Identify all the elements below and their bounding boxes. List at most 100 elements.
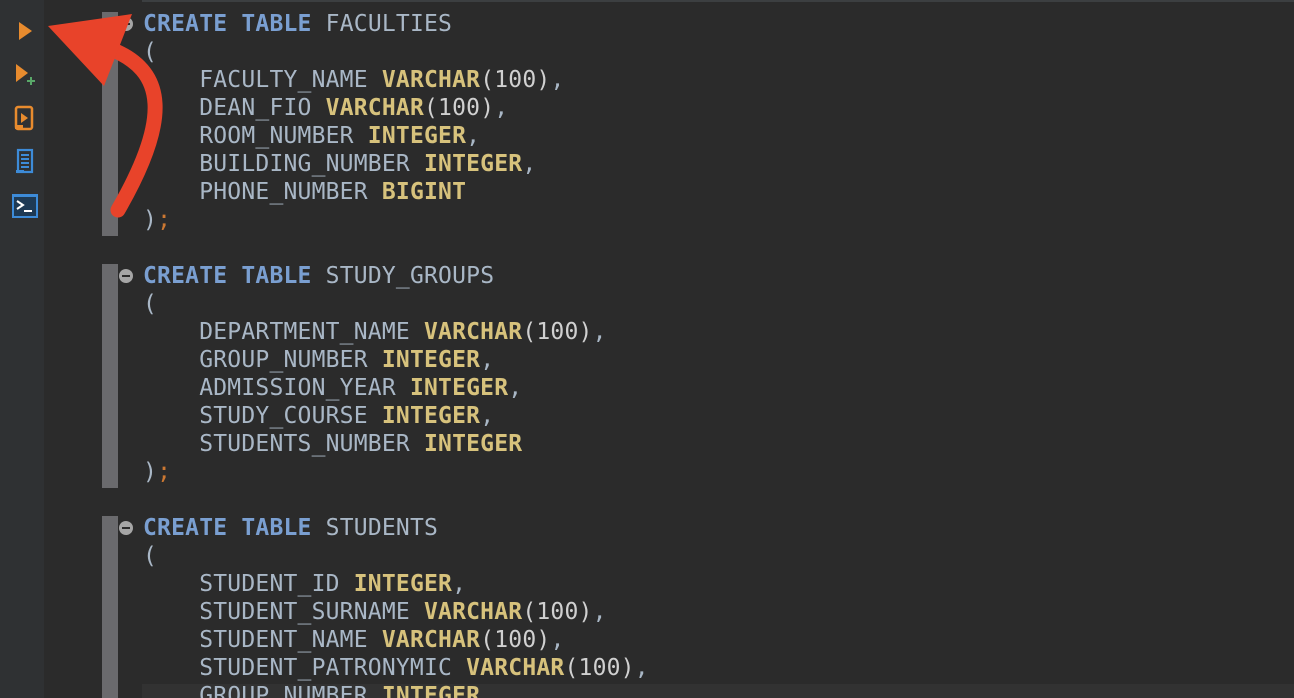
column-type: BIGINT xyxy=(381,179,467,205)
column-definition: STUDY_COURSE INTEGER, xyxy=(143,402,649,430)
column-name: GROUP_NUMBER xyxy=(199,347,368,373)
column-type: VARCHAR xyxy=(466,655,565,681)
column-separator: , xyxy=(466,123,481,149)
column-separator: , xyxy=(508,375,523,401)
column-type-args: (100) xyxy=(424,95,495,121)
column-name: ADMISSION_YEAR xyxy=(199,375,396,401)
script-run-icon xyxy=(14,105,34,131)
column-separator: , xyxy=(480,683,495,698)
explain-plan-button[interactable] xyxy=(10,147,40,177)
run-icon xyxy=(19,22,32,40)
execute-new-tab-button[interactable] xyxy=(10,60,40,90)
top-border xyxy=(0,0,1294,2)
open-paren: ( xyxy=(143,39,158,65)
column-name: DEAN_FIO xyxy=(199,95,312,121)
column-type: INTEGER xyxy=(381,683,481,698)
column-separator: , xyxy=(480,347,495,373)
table-name: FACULTIES xyxy=(325,11,453,37)
column-definition: GROUP_NUMBER INTEGER, xyxy=(143,682,649,698)
column-name: GROUP_NUMBER xyxy=(199,683,368,698)
column-definition: STUDENT_NAME VARCHAR(100), xyxy=(143,626,649,654)
table-name: STUDY_GROUPS xyxy=(325,263,495,289)
run-plus-icon xyxy=(16,64,35,85)
fold-toggle[interactable] xyxy=(119,269,133,283)
open-paren: ( xyxy=(143,291,158,317)
statement-semicolon: ; xyxy=(157,459,172,485)
table-name: STUDENTS xyxy=(325,515,439,541)
column-type: VARCHAR xyxy=(423,319,523,345)
column-definition: PHONE_NUMBER BIGINT xyxy=(143,178,649,206)
column-name: PHONE_NUMBER xyxy=(199,179,368,205)
column-name: STUDENT_SURNAME xyxy=(199,599,410,625)
column-name: DEPARTMENT_NAME xyxy=(199,319,410,345)
column-type: INTEGER xyxy=(367,123,467,149)
column-type-args: (100) xyxy=(480,67,551,93)
console-button[interactable] xyxy=(10,191,40,221)
keyword-table: TABLE xyxy=(241,263,312,289)
keyword-table: TABLE xyxy=(241,11,312,37)
column-definition: DEAN_FIO VARCHAR(100), xyxy=(143,94,649,122)
fold-toggle[interactable] xyxy=(119,17,133,31)
keyword-create: CREATE xyxy=(143,263,228,289)
execute-button[interactable] xyxy=(10,16,40,46)
column-separator: , xyxy=(592,319,607,345)
fold-toggle[interactable] xyxy=(119,521,133,535)
column-separator: , xyxy=(452,571,467,597)
column-definition: GROUP_NUMBER INTEGER, xyxy=(143,346,649,374)
column-definition: FACULTY_NAME VARCHAR(100), xyxy=(143,66,649,94)
column-type: INTEGER xyxy=(381,403,481,429)
document-list-icon xyxy=(16,148,34,174)
column-type: INTEGER xyxy=(423,151,523,177)
close-paren: ) xyxy=(143,459,158,485)
column-type-args: (100) xyxy=(522,319,593,345)
open-paren-line: ( xyxy=(143,290,649,318)
column-type: INTEGER xyxy=(409,375,509,401)
open-paren-line: ( xyxy=(143,38,649,66)
editor-gutter xyxy=(44,0,142,698)
column-definition: STUDENTS_NUMBER INTEGER xyxy=(143,430,649,458)
sql-editor-window: CREATE TABLE FACULTIES ( FACULTY_NAME VAR… xyxy=(0,0,1294,698)
create-table-line: CREATE TABLE STUDENTS xyxy=(143,514,649,542)
column-separator: , xyxy=(634,655,649,681)
column-definition: ADMISSION_YEAR INTEGER, xyxy=(143,374,649,402)
column-type: INTEGER xyxy=(381,347,481,373)
column-type-args: (100) xyxy=(480,627,551,653)
column-name: STUDENT_ID xyxy=(199,571,340,597)
fold-region-bar xyxy=(102,264,118,488)
column-definition: STUDENT_ID INTEGER, xyxy=(143,570,649,598)
column-name: BUILDING_NUMBER xyxy=(199,151,410,177)
column-type: INTEGER xyxy=(353,571,453,597)
execute-script-button[interactable] xyxy=(10,103,40,133)
column-type: VARCHAR xyxy=(325,95,424,121)
open-paren: ( xyxy=(143,543,158,569)
column-definition: BUILDING_NUMBER INTEGER, xyxy=(143,150,649,178)
column-separator: , xyxy=(480,403,495,429)
keyword-create: CREATE xyxy=(143,11,228,37)
column-type-args: (100) xyxy=(522,599,593,625)
column-definition: STUDENT_PATRONYMIC VARCHAR(100), xyxy=(143,654,649,682)
column-definition: DEPARTMENT_NAME VARCHAR(100), xyxy=(143,318,649,346)
terminal-icon xyxy=(12,194,38,218)
close-paren-line: ); xyxy=(143,458,649,486)
column-name: STUDENTS_NUMBER xyxy=(199,431,410,457)
keyword-table: TABLE xyxy=(241,515,312,541)
fold-region-bar xyxy=(102,516,118,698)
column-name: STUDENT_PATRONYMIC xyxy=(199,655,453,681)
close-paren: ) xyxy=(143,207,158,233)
column-separator: , xyxy=(494,95,509,121)
statement-semicolon: ; xyxy=(157,207,172,233)
column-type: VARCHAR xyxy=(423,599,523,625)
code-editor[interactable]: CREATE TABLE FACULTIES ( FACULTY_NAME VAR… xyxy=(143,10,649,698)
column-type: INTEGER xyxy=(423,431,523,457)
column-separator: , xyxy=(550,67,565,93)
column-separator: , xyxy=(592,599,607,625)
column-definition: ROOM_NUMBER INTEGER, xyxy=(143,122,649,150)
column-name: ROOM_NUMBER xyxy=(199,123,354,149)
column-type: VARCHAR xyxy=(381,627,481,653)
keyword-create: CREATE xyxy=(143,515,228,541)
column-name: STUDENT_NAME xyxy=(199,627,368,653)
column-definition: STUDENT_SURNAME VARCHAR(100), xyxy=(143,598,649,626)
column-type-args: (100) xyxy=(564,655,635,681)
